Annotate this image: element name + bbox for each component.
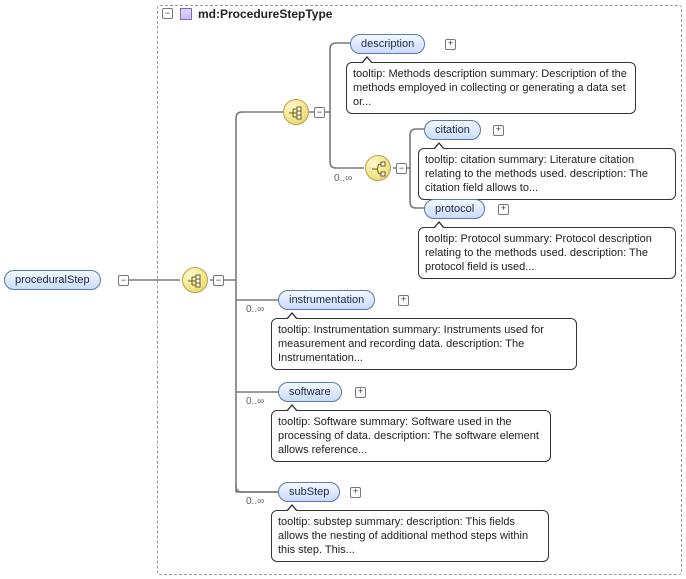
element-proceduralStep[interactable]: proceduralStep xyxy=(4,270,101,290)
element-subStep[interactable]: subStep xyxy=(278,482,340,502)
element-proceduralStep-toggle[interactable] xyxy=(118,275,129,286)
element-label: protocol xyxy=(435,203,474,215)
element-label: subStep xyxy=(289,486,329,498)
cardinality-software: 0..∞ xyxy=(246,396,264,407)
tooltip-instrumentation: tooltip: Instrumentation summary: Instru… xyxy=(271,318,577,370)
element-instrumentation-expand[interactable] xyxy=(398,295,409,306)
type-frame-toggle[interactable] xyxy=(162,8,173,19)
element-software[interactable]: software xyxy=(278,382,342,402)
cardinality-instrumentation: 0..∞ xyxy=(246,304,264,315)
element-label: citation xyxy=(435,124,470,136)
compositor-sequence-root[interactable] xyxy=(182,267,208,293)
element-instrumentation[interactable]: instrumentation xyxy=(278,290,375,310)
complex-type-icon xyxy=(180,8,192,20)
tooltip-software: tooltip: Software summary: Software used… xyxy=(271,410,551,462)
tooltip-protocol: tooltip: Protocol summary: Protocol desc… xyxy=(418,227,676,279)
compositor-sequence-desc[interactable] xyxy=(283,99,309,125)
type-name: md:ProcedureStepType xyxy=(198,7,332,21)
element-subStep-expand[interactable] xyxy=(350,487,361,498)
tooltip-citation: tooltip: citation summary: Literature ci… xyxy=(418,148,676,200)
compositor-choice[interactable] xyxy=(365,155,391,181)
tooltip-subStep: tooltip: substep summary: description: T… xyxy=(271,510,549,562)
element-software-expand[interactable] xyxy=(355,387,366,398)
element-label: proceduralStep xyxy=(15,274,90,286)
element-label: instrumentation xyxy=(289,294,364,306)
element-label: description xyxy=(361,38,414,50)
schema-diagram: md:ProcedureStepType xyxy=(0,0,686,579)
compositor-choice-toggle[interactable] xyxy=(396,163,407,174)
element-citation-expand[interactable] xyxy=(493,125,504,136)
element-protocol-expand[interactable] xyxy=(498,204,509,215)
compositor-sequence-root-toggle[interactable] xyxy=(213,275,224,286)
cardinality-choice: 0..∞ xyxy=(334,173,352,184)
element-label: software xyxy=(289,386,331,398)
element-protocol[interactable]: protocol xyxy=(424,199,485,219)
cardinality-subStep: 0..∞ xyxy=(246,496,264,507)
tooltip-description: tooltip: Methods description summary: De… xyxy=(346,62,636,114)
element-citation[interactable]: citation xyxy=(424,120,481,140)
element-description-expand[interactable] xyxy=(445,39,456,50)
compositor-sequence-desc-toggle[interactable] xyxy=(314,107,325,118)
element-description[interactable]: description xyxy=(350,34,425,54)
